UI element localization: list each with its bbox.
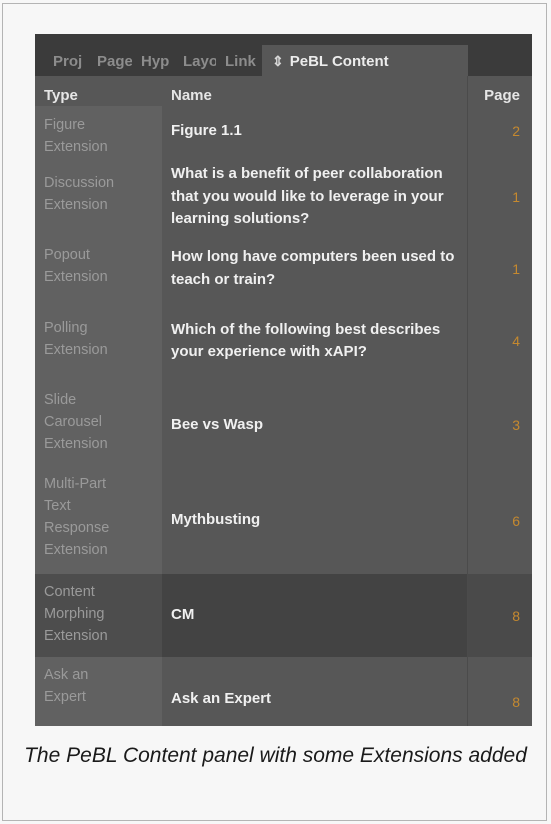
tab-properties[interactable]: Proj [53, 45, 88, 76]
table-row[interactable]: Multi-Part Text Response Extension Mythb… [35, 467, 532, 574]
table-row[interactable]: Ask an Expert Ask an Expert 8 [35, 657, 532, 726]
tab-pebl-content[interactable]: ⇕ PeBL Content [262, 45, 468, 76]
row-name: Figure 1.1 [171, 121, 242, 139]
figure-frame: Proj Page Hyp Layout Link ⇕PeBL Content … [2, 3, 547, 821]
row-page: 4 [512, 333, 520, 349]
table-row[interactable]: Slide Carousel Extension Bee vs Wasp 3 [35, 383, 532, 467]
content-list: Figure Extension Figure 1.1 2 Discussion… [35, 106, 532, 726]
table-row[interactable]: Discussion Extension What is a benefit o… [35, 156, 532, 238]
row-name: How long have computers been used to tea… [171, 248, 455, 288]
column-header-name[interactable]: Name [171, 87, 212, 104]
row-type: Figure Extension [35, 106, 162, 156]
row-type: Popout Extension [35, 238, 162, 299]
row-page: 2 [512, 123, 520, 139]
column-header-page[interactable]: Page [484, 87, 520, 104]
row-name: CM [171, 606, 195, 624]
table-row[interactable]: Figure Extension Figure 1.1 2 [35, 106, 532, 156]
row-type: Ask an Expert [35, 657, 162, 726]
row-page: 8 [467, 574, 532, 657]
row-name: Bee vs Wasp [171, 415, 263, 433]
row-name: Ask an Expert [171, 689, 272, 707]
tab-pages[interactable]: Page [97, 45, 132, 76]
row-type: Polling Extension [35, 299, 162, 383]
row-page: 8 [512, 694, 520, 710]
row-type: Slide Carousel Extension [35, 383, 162, 467]
tab-pebl-content-label: PeBL Content [289, 53, 389, 70]
figure-caption: The PeBL Content panel with some Extensi… [24, 744, 527, 767]
tab-hyperlinks[interactable]: Hyp [141, 45, 174, 76]
sort-arrows-icon: ⇕ [272, 53, 284, 69]
row-page: 3 [512, 417, 520, 433]
column-header-type[interactable]: Type [44, 87, 78, 104]
row-page: 6 [512, 512, 520, 529]
table-row[interactable]: Popout Extension How long have computers… [35, 238, 532, 299]
row-type: Discussion Extension [35, 156, 162, 238]
pebl-content-panel: Proj Page Hyp Layout Link ⇕PeBL Content … [35, 34, 532, 726]
tab-links[interactable]: Link [225, 45, 260, 76]
row-name: What is a benefit of peer collaboration … [171, 165, 444, 228]
panel-tab-bar: Proj Page Hyp Layout Link ⇕ PeBL Content [35, 34, 532, 76]
row-page: 1 [512, 260, 520, 277]
table-row-selected[interactable]: Content Morphing Extension CM 8 [35, 574, 532, 657]
row-name: Mythbusting [171, 511, 261, 529]
tab-layout[interactable]: Layout [183, 45, 216, 76]
table-row[interactable]: Polling Extension Which of the following… [35, 299, 532, 383]
row-type: Multi-Part Text Response Extension [35, 467, 162, 574]
row-page: 1 [512, 189, 520, 205]
row-type: Content Morphing Extension [35, 574, 162, 657]
page-column-divider [467, 76, 468, 726]
row-name: Which of the following best describes yo… [171, 320, 441, 361]
